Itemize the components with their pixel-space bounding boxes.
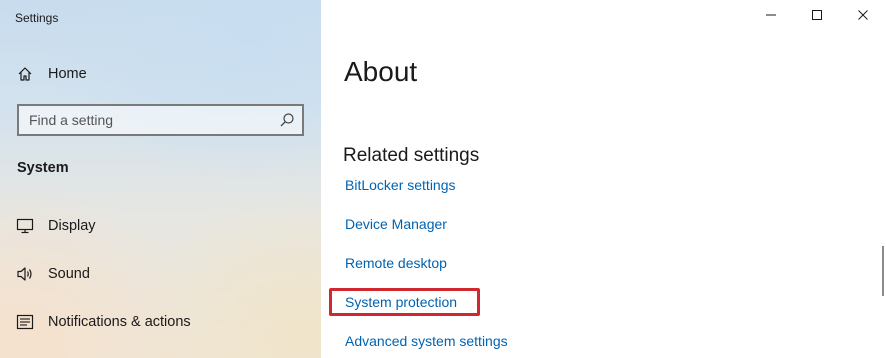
search-icon[interactable]	[279, 112, 295, 128]
highlight-box	[329, 288, 480, 316]
home-icon	[16, 65, 34, 83]
close-icon	[857, 8, 869, 26]
scrollbar[interactable]	[882, 246, 884, 296]
sidebar-item-label: Notifications & actions	[48, 314, 191, 330]
sidebar-item-home[interactable]: Home	[0, 58, 321, 90]
sidebar-item-display[interactable]: Display	[0, 210, 321, 242]
sidebar-item-sound[interactable]: Sound	[0, 258, 321, 290]
search-box[interactable]	[17, 104, 304, 136]
app-title: Settings	[15, 11, 59, 25]
monitor-icon	[16, 217, 34, 235]
sidebar: Settings Home System	[0, 0, 321, 358]
advanced-system-settings-link[interactable]: Advanced system settings	[345, 333, 508, 349]
minimize-button[interactable]	[748, 0, 794, 34]
related-settings-header: Related settings	[343, 145, 480, 166]
remote-desktop-link[interactable]: Remote desktop	[345, 255, 447, 271]
sidebar-item-label: Home	[48, 66, 87, 82]
speaker-icon	[16, 265, 34, 283]
sidebar-item-label: Display	[48, 218, 96, 234]
maximize-button[interactable]	[794, 0, 840, 34]
page-title: About	[344, 56, 418, 87]
settings-window: Settings Home System	[0, 0, 886, 358]
notification-icon	[16, 313, 34, 331]
bitlocker-settings-link[interactable]: BitLocker settings	[345, 177, 456, 193]
search-input[interactable]	[19, 106, 281, 134]
maximize-icon	[811, 8, 823, 26]
sidebar-item-notifications[interactable]: Notifications & actions	[0, 306, 321, 338]
minimize-icon	[765, 8, 777, 26]
sidebar-item-label: Sound	[48, 266, 90, 282]
section-header-system: System	[17, 160, 69, 176]
device-manager-link[interactable]: Device Manager	[345, 216, 447, 232]
close-button[interactable]	[840, 0, 886, 34]
